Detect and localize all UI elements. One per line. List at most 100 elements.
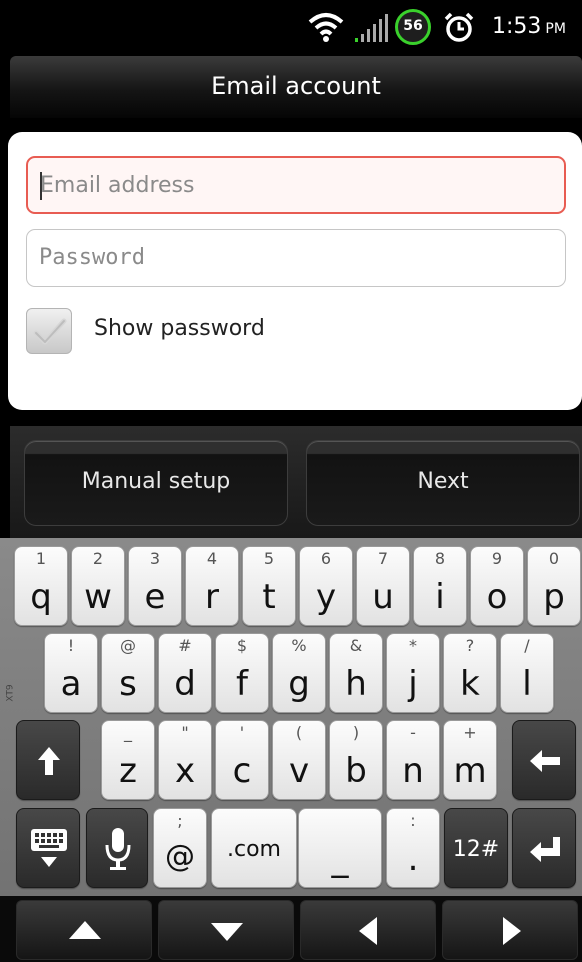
- key-char: v: [288, 751, 310, 791]
- key-e[interactable]: 3e: [128, 546, 182, 626]
- key-z[interactable]: _ z: [101, 720, 155, 800]
- key-m[interactable]: + m: [443, 720, 497, 800]
- key-alt: ;: [177, 811, 183, 830]
- wifi-icon: [308, 13, 344, 42]
- arrow-up-icon: [69, 921, 101, 939]
- key-a[interactable]: ! a: [44, 633, 98, 713]
- key-char: n: [402, 751, 424, 791]
- key-b[interactable]: ) b: [329, 720, 383, 800]
- key-t[interactable]: 5t: [242, 546, 296, 626]
- key-s[interactable]: @ s: [101, 633, 155, 713]
- key-alt: ": [181, 723, 189, 742]
- key-w[interactable]: 2w: [71, 546, 125, 626]
- key-g[interactable]: % g: [272, 633, 326, 713]
- key-alt: 7: [377, 549, 389, 568]
- key-char: @: [165, 839, 195, 874]
- numbers-key[interactable]: 12#: [444, 808, 508, 888]
- key-char: p: [543, 577, 565, 617]
- key-i[interactable]: 8i: [413, 546, 467, 626]
- hide-keyboard-key[interactable]: [16, 808, 80, 888]
- key-y[interactable]: 6y: [299, 546, 353, 626]
- action-bar: Manual setup Next: [10, 426, 582, 538]
- battery-icon: 56: [395, 9, 431, 45]
- key-char: k: [460, 664, 480, 704]
- show-password-checkbox[interactable]: [26, 308, 72, 354]
- xt9-label: XT9: [5, 684, 16, 702]
- key-q[interactable]: 1q: [14, 546, 68, 626]
- key-o[interactable]: 9o: [470, 546, 524, 626]
- at-key[interactable]: ; @: [153, 808, 207, 888]
- key-alt: 0: [548, 549, 560, 568]
- key-alt: $: [236, 636, 248, 655]
- key-char: l: [522, 664, 532, 704]
- key-j[interactable]: * j: [386, 633, 440, 713]
- key-c[interactable]: ' c: [215, 720, 269, 800]
- key-alt: :: [410, 811, 416, 830]
- key-char: a: [60, 664, 82, 704]
- email-input[interactable]: [40, 158, 550, 212]
- key-alt: 1: [35, 549, 47, 568]
- key-v[interactable]: (v: [272, 720, 326, 800]
- next-label: Next: [417, 469, 469, 494]
- key-char: j: [408, 664, 418, 704]
- key-alt: 2: [92, 549, 104, 568]
- status-bar: 56 1:53 PM: [0, 0, 582, 52]
- keyboard-icon: [31, 829, 67, 867]
- dotcom-key[interactable]: .com: [211, 808, 297, 888]
- key-char: t: [262, 577, 276, 617]
- key-r[interactable]: 4r: [185, 546, 239, 626]
- cursor-up-key[interactable]: [16, 900, 152, 960]
- arrow-right-icon: [503, 917, 521, 945]
- key-char: d: [174, 664, 196, 704]
- space-key[interactable]: _: [298, 808, 382, 888]
- key-char: q: [30, 577, 52, 617]
- key-k[interactable]: ? k: [443, 633, 497, 713]
- checkmark-icon: [33, 318, 67, 345]
- key-alt: 3: [149, 549, 161, 568]
- key-l[interactable]: / l: [500, 633, 554, 713]
- key-char: .: [407, 839, 419, 879]
- key-h[interactable]: & h: [329, 633, 383, 713]
- enter-key[interactable]: [512, 808, 576, 888]
- backspace-key[interactable]: [512, 720, 576, 800]
- manual-setup-label: Manual setup: [81, 469, 231, 494]
- key-char: e: [144, 577, 166, 617]
- key-char: _: [331, 839, 349, 879]
- period-key[interactable]: :.: [386, 808, 440, 888]
- voice-input-key[interactable]: [86, 808, 148, 888]
- key-n[interactable]: -n: [386, 720, 440, 800]
- key-alt: &: [349, 636, 363, 655]
- signal-icon: [355, 14, 388, 42]
- key-char: o: [486, 577, 508, 617]
- shift-key[interactable]: [16, 720, 80, 800]
- key-char: g: [288, 664, 310, 704]
- email-field[interactable]: [26, 156, 566, 214]
- enter-arrow-icon: [530, 837, 560, 862]
- key-f[interactable]: $ f: [215, 633, 269, 713]
- key-char: u: [372, 577, 394, 617]
- password-field[interactable]: [26, 229, 566, 287]
- key-alt: *: [409, 636, 417, 655]
- password-input[interactable]: [39, 230, 549, 284]
- clock: 1:53 PM: [492, 14, 566, 39]
- key-alt: 8: [434, 549, 446, 568]
- next-button[interactable]: Next: [306, 440, 580, 526]
- microphone-icon: [105, 828, 131, 870]
- key-alt: !: [67, 636, 75, 655]
- manual-setup-button[interactable]: Manual setup: [24, 440, 288, 526]
- key-alt: -: [410, 723, 416, 742]
- key-u[interactable]: 7u: [356, 546, 410, 626]
- key-p[interactable]: 0p: [527, 546, 581, 626]
- key-char: r: [205, 577, 219, 617]
- onscreen-keyboard: XT9 1q 2w 3e 4r 5t 6y 7u 8i 9o 0p ! a @ s …: [0, 538, 582, 962]
- show-password-label[interactable]: Show password: [94, 316, 265, 341]
- key-alt: 9: [491, 549, 503, 568]
- key-x[interactable]: " x: [158, 720, 212, 800]
- key-alt: ): [352, 723, 360, 742]
- key-alt: %: [291, 636, 307, 655]
- cursor-left-key[interactable]: [300, 900, 436, 960]
- key-d[interactable]: # d: [158, 633, 212, 713]
- key-alt: ?: [465, 636, 475, 655]
- cursor-down-key[interactable]: [158, 900, 294, 960]
- cursor-right-key[interactable]: [442, 900, 578, 960]
